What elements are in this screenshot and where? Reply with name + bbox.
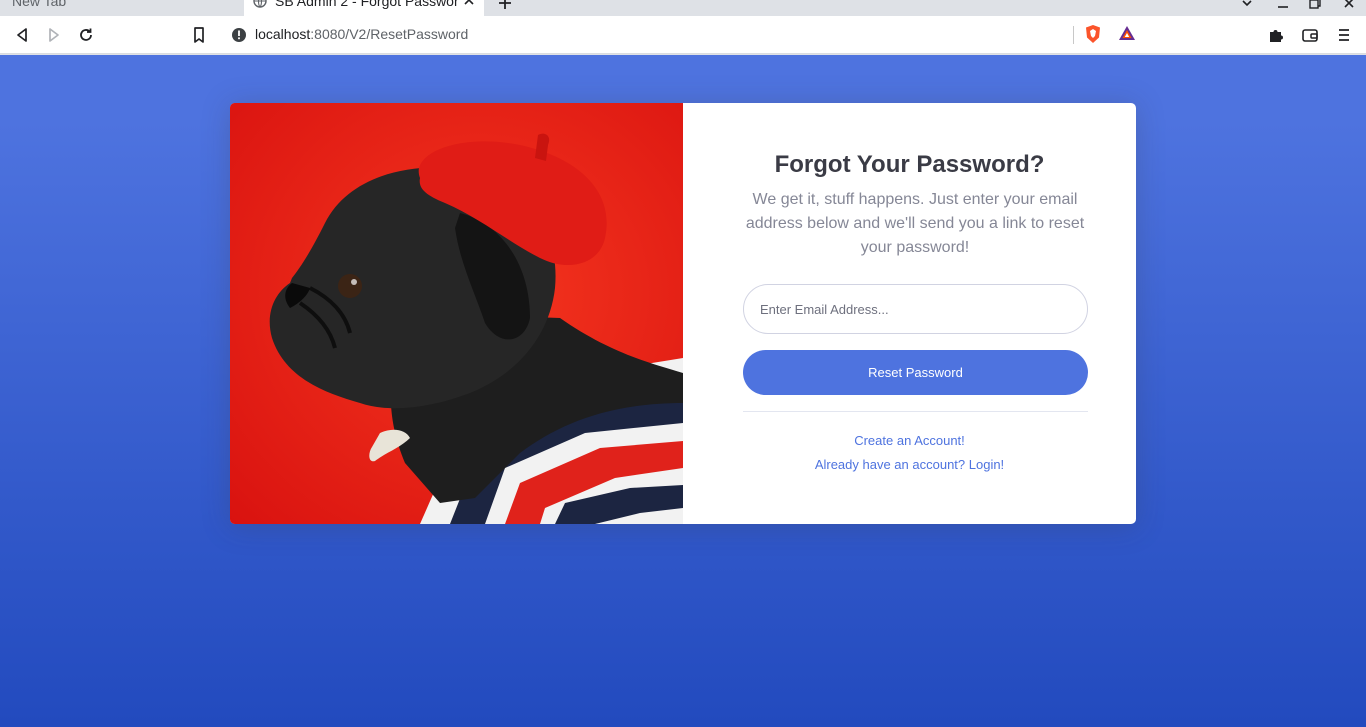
minimize-icon[interactable] [1276, 0, 1290, 10]
divider [743, 411, 1088, 412]
info-icon[interactable] [231, 27, 247, 43]
tab-title: New Tab [12, 0, 67, 9]
browser-toolbar: localhost:8080/V2/ResetPassword [0, 16, 1366, 54]
puzzle-icon[interactable] [1267, 26, 1285, 44]
window-close-icon[interactable] [1342, 0, 1356, 10]
url-text: localhost:8080/V2/ResetPassword [255, 26, 468, 43]
instructions-text: We get it, stuff happens. Just enter you… [745, 191, 1085, 256]
bat-triangle-icon[interactable] [1118, 24, 1136, 42]
pug-illustration [230, 103, 683, 524]
forgot-password-card: Forgot Your Password? We get it, stuff h… [230, 103, 1136, 524]
address-bar[interactable]: localhost:8080/V2/ResetPassword [221, 20, 1145, 49]
email-field[interactable] [743, 284, 1088, 334]
pug-image [230, 103, 683, 524]
globe-icon [253, 0, 267, 8]
login-link[interactable]: Already have an account? Login! [683, 457, 1136, 473]
url-host: localhost [255, 26, 311, 42]
wallet-icon[interactable] [1301, 26, 1319, 44]
restore-icon[interactable] [1308, 0, 1322, 10]
create-account-link[interactable]: Create an Account! [683, 433, 1136, 449]
new-tab-icon[interactable] [497, 0, 513, 11]
forward-arrow-icon[interactable] [45, 26, 63, 44]
form-pane: Forgot Your Password? We get it, stuff h… [683, 103, 1136, 524]
tab-strip: New Tab SB Admin 2 - Forgot Password [0, 0, 1366, 16]
url-path: :8080/V2/ResetPassword [310, 26, 469, 42]
page-title: Forgot Your Password? [774, 151, 1045, 178]
close-icon[interactable] [462, 0, 476, 7]
brave-shield-icon[interactable] [1084, 24, 1102, 44]
tab-sb-admin[interactable]: SB Admin 2 - Forgot Password [244, 0, 484, 16]
tab-title: SB Admin 2 - Forgot Password [275, 0, 457, 9]
page-viewport: Forgot Your Password? We get it, stuff h… [0, 55, 1366, 727]
chevron-down-icon[interactable] [1240, 0, 1254, 10]
bookmark-icon[interactable] [190, 26, 208, 44]
back-arrow-icon[interactable] [13, 26, 31, 44]
hamburger-menu-icon[interactable] [1335, 26, 1353, 44]
tab-new-tab[interactable]: New Tab [12, 0, 66, 16]
reload-icon[interactable] [77, 26, 95, 44]
address-bar-divider [1073, 26, 1074, 44]
reset-password-button[interactable]: Reset Password [743, 350, 1088, 395]
